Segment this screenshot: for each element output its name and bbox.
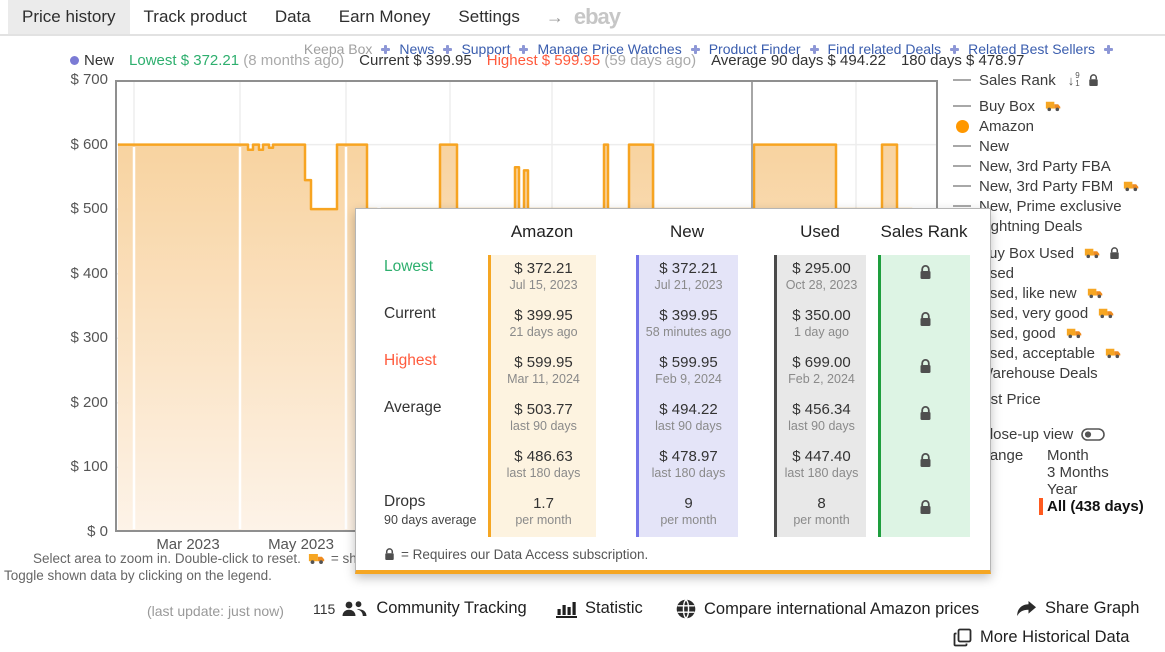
- current-stat: Current $ 399.95: [359, 52, 472, 69]
- lock-icon: [919, 453, 932, 468]
- legend-item-sales-rank[interactable]: Sales Rank ↓91: [953, 70, 1165, 90]
- copy-pages-icon: [953, 628, 972, 647]
- arrow-icon: →: [534, 3, 572, 34]
- new-series-dot-icon: [70, 56, 79, 65]
- tab-track-product[interactable]: Track product: [130, 0, 261, 34]
- popup-row-labels: Lowest Current Highest Average Drops90 d…: [356, 215, 488, 537]
- popup-col-amazon: Amazon $ 372.21Jul 15, 2023 $ 399.9521 d…: [488, 215, 596, 537]
- legend-item-amazon[interactable]: Amazon: [953, 116, 1165, 136]
- range-option-year[interactable]: Year: [1039, 481, 1144, 498]
- compare-international-link[interactable]: Compare international Amazon prices: [676, 599, 979, 619]
- popup-col-new: New $ 372.21Jul 21, 2023 $ 399.9558 minu…: [636, 215, 738, 537]
- popup-footnote: = Requires our Data Access subscription.: [384, 547, 990, 562]
- row-label-average: Average: [384, 396, 488, 443]
- average-90-stat: Average 90 days $ 494.22: [711, 52, 886, 69]
- statistic-link[interactable]: Statistic: [556, 599, 643, 618]
- share-graph-link[interactable]: Share Graph: [1016, 599, 1139, 618]
- lock-icon: [1088, 74, 1099, 87]
- lock-icon: [384, 548, 395, 561]
- tab-settings[interactable]: Settings: [444, 0, 533, 34]
- sort-numeric-icon: ↓91: [1068, 72, 1080, 88]
- tab-data[interactable]: Data: [261, 0, 325, 34]
- line-swatch: [953, 145, 971, 147]
- ebay-logo[interactable]: ebay: [572, 2, 630, 34]
- bar-chart-icon: [556, 599, 577, 618]
- highest-stat: Highest $ 599.95 (59 days ago): [487, 52, 696, 69]
- last-update-text: (last update: just now): [147, 603, 284, 619]
- y-axis-tick: $ 500: [58, 200, 108, 218]
- y-axis-tick: $ 700: [58, 71, 108, 89]
- truck-icon: [1045, 100, 1062, 112]
- people-group-icon: [341, 600, 368, 618]
- range-option-month[interactable]: Month: [1039, 447, 1144, 464]
- top-tab-bar: Price history Track product Data Earn Mo…: [0, 0, 1165, 36]
- globe-icon: [676, 599, 696, 619]
- truck-icon: [308, 552, 326, 565]
- tracking-count: 115: [313, 601, 335, 617]
- row-label-lowest: Lowest: [384, 255, 488, 302]
- series-indicator: New: [70, 52, 114, 69]
- lock-icon: [919, 265, 932, 280]
- range-option-3-months[interactable]: 3 Months: [1039, 464, 1144, 481]
- line-swatch: [953, 205, 971, 207]
- more-historical-data-link[interactable]: More Historical Data: [953, 628, 1129, 647]
- lock-icon: [919, 406, 932, 421]
- lock-icon: [919, 312, 932, 327]
- y-axis-tick: $ 600: [58, 136, 108, 154]
- legend-item-new[interactable]: New: [953, 136, 1165, 156]
- community-tracking-link[interactable]: 115 Community Tracking: [313, 599, 527, 618]
- tab-price-history[interactable]: Price history: [8, 0, 130, 34]
- amazon-dot-swatch: [956, 120, 969, 133]
- row-label-current: Current: [384, 302, 488, 349]
- legend-item-new-3rd-fba[interactable]: New, 3rd Party FBA: [953, 156, 1165, 176]
- truck-icon: [1066, 327, 1083, 339]
- truck-icon: [1087, 287, 1104, 299]
- plus-separator-icon: [1104, 45, 1113, 54]
- y-axis-tick: $ 400: [58, 265, 108, 283]
- truck-icon: [1098, 307, 1115, 319]
- toggle-icon: [1081, 428, 1105, 441]
- truck-icon: [1084, 247, 1101, 259]
- lock-icon: [919, 359, 932, 374]
- y-axis-tick: $ 300: [58, 329, 108, 347]
- popup-col-sales-rank: Sales Rank: [878, 215, 970, 537]
- range-option-all[interactable]: All (438 days): [1039, 498, 1144, 515]
- lock-icon: [919, 500, 932, 515]
- footer-bar: (last update: just now) 115 Community Tr…: [0, 597, 1165, 652]
- price-summary-popup: Lowest Current Highest Average Drops90 d…: [355, 208, 991, 574]
- lowest-stat: Lowest $ 372.21 (8 months ago): [129, 52, 344, 69]
- row-label-drops: Drops90 days average: [384, 490, 488, 537]
- share-arrow-icon: [1016, 600, 1037, 617]
- legend-item-buy-box[interactable]: Buy Box: [953, 96, 1165, 116]
- row-label-highest: Highest: [384, 349, 488, 396]
- tab-earn-money[interactable]: Earn Money: [325, 0, 445, 34]
- price-stats-row: New Lowest $ 372.21 (8 months ago) Curre…: [70, 52, 1024, 69]
- line-swatch: [953, 79, 971, 81]
- chart-help-note: Select area to zoom in. Double-click to …: [33, 551, 375, 566]
- y-axis-tick: $ 100: [58, 458, 108, 476]
- lock-icon: [1109, 247, 1120, 260]
- y-axis-tick: $ 200: [58, 394, 108, 412]
- legend-item-new-3rd-fbm[interactable]: New, 3rd Party FBM: [953, 176, 1165, 196]
- truck-icon: [1105, 347, 1122, 359]
- row-label-blank: [384, 443, 488, 490]
- line-swatch: [953, 165, 971, 167]
- popup-col-used: Used $ 295.00Oct 28, 2023 $ 350.001 day …: [774, 215, 866, 537]
- y-axis-tick: $ 0: [58, 523, 108, 541]
- chart-help-note-2: Toggle shown data by clicking on the leg…: [4, 568, 272, 583]
- line-swatch: [953, 185, 971, 187]
- truck-icon: [1123, 180, 1140, 192]
- line-swatch: [953, 105, 971, 107]
